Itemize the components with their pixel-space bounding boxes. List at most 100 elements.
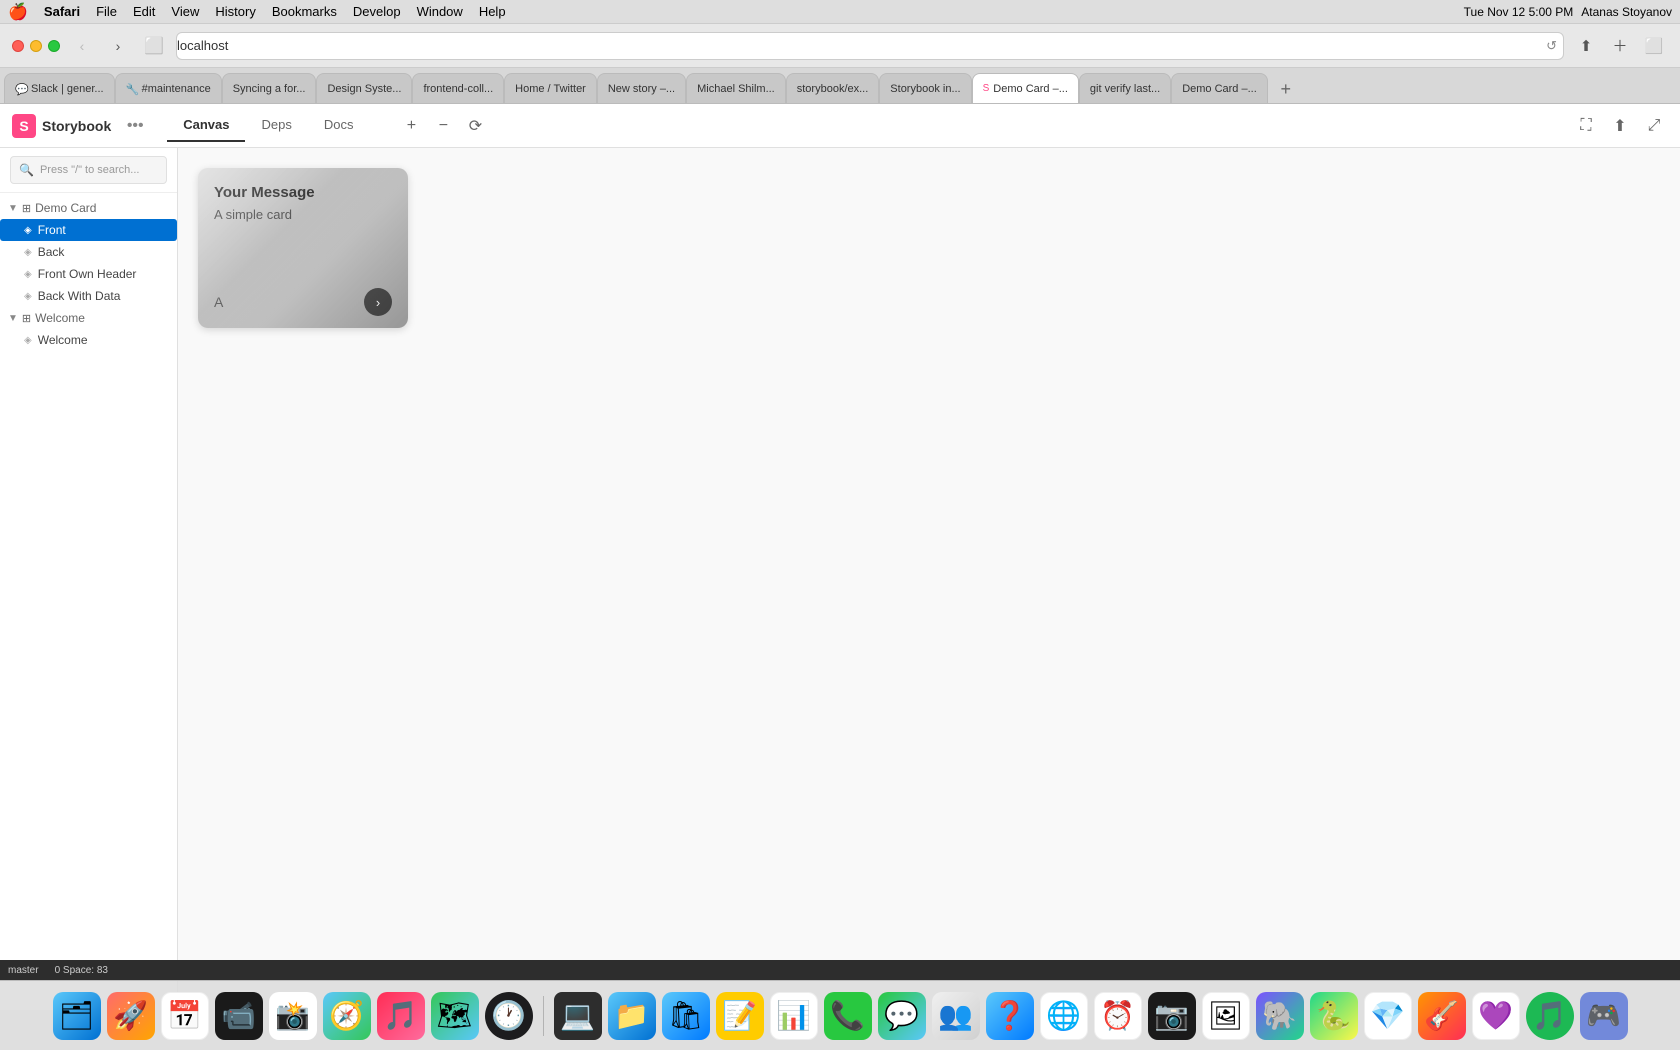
- tab-deps[interactable]: Deps: [245, 109, 307, 142]
- tab-docs[interactable]: Docs: [308, 109, 370, 142]
- browser-toolbar: ‹ › ⬜ localhost ↺ ⬆ ＋ ⬜: [0, 24, 1680, 68]
- menu-help[interactable]: Help: [479, 4, 506, 19]
- demo-card[interactable]: Your Message A simple card A ›: [198, 168, 408, 328]
- sidebar-toggle-button[interactable]: ⬜: [140, 32, 168, 60]
- menu-file[interactable]: File: [96, 4, 117, 19]
- dock-activity[interactable]: 📊: [770, 992, 818, 1040]
- tree-group-header-demo-card[interactable]: ▼ ⊞ Demo Card: [0, 197, 177, 219]
- tab-canvas[interactable]: Canvas: [167, 109, 245, 142]
- dock-launchpad[interactable]: 🚀: [107, 992, 155, 1040]
- dock-calendar[interactable]: 📅: [161, 992, 209, 1040]
- tab-git[interactable]: git verify last...: [1079, 73, 1171, 103]
- back-button[interactable]: ‹: [68, 32, 96, 60]
- open-new-tab-icon[interactable]: ⤢: [1640, 112, 1668, 140]
- tab-syncing[interactable]: Syncing a for...: [222, 73, 317, 103]
- app-name[interactable]: Safari: [44, 4, 80, 19]
- tab-frontend[interactable]: frontend-coll...: [412, 73, 504, 103]
- sidebar-item-back[interactable]: ◈ Back: [0, 241, 177, 263]
- maximize-button[interactable]: [48, 40, 60, 52]
- forward-button[interactable]: ›: [104, 32, 132, 60]
- tab-label-storybook-in: Storybook in...: [890, 83, 960, 95]
- storybook-menu-button[interactable]: •••: [123, 114, 147, 138]
- storybook-header: S Storybook ••• Canvas Deps Docs + − ⟳ ⛶…: [0, 104, 1680, 148]
- dock-itunes[interactable]: 🎵: [377, 992, 425, 1040]
- dock-photos[interactable]: 📸: [269, 992, 317, 1040]
- storybook-favicon: S: [983, 83, 990, 94]
- sidebar-item-welcome[interactable]: ◈ Welcome: [0, 329, 177, 351]
- group-icon-demo-card: ⊞: [22, 202, 31, 215]
- refresh-icon[interactable]: ↺: [1546, 38, 1563, 54]
- dock-camera[interactable]: 📷: [1148, 992, 1196, 1040]
- sidebar-item-front[interactable]: ◈ Front: [0, 219, 177, 241]
- dock-terminal[interactable]: 💻: [554, 992, 602, 1040]
- zoom-out-button[interactable]: −: [429, 112, 457, 140]
- dock-folder[interactable]: 📁: [608, 992, 656, 1040]
- tab-design[interactable]: Design Syste...: [316, 73, 412, 103]
- menubar-time: Tue Nov 12 5:00 PM: [1464, 5, 1574, 19]
- storybook-body: 🔍 Press "/" to search... ▼ ⊞ Demo Card ◈…: [0, 148, 1680, 1010]
- sidebar-item-label-back-with-data: Back With Data: [38, 289, 121, 303]
- tab-storybook-in[interactable]: Storybook in...: [879, 73, 971, 103]
- tree-group-header-welcome[interactable]: ▼ ⊞ Welcome: [0, 307, 177, 329]
- sidebar-show-button[interactable]: ⬜: [1640, 32, 1668, 60]
- zoom-reset-button[interactable]: ⟳: [461, 112, 489, 140]
- menu-window[interactable]: Window: [417, 4, 463, 19]
- dock-instruments[interactable]: 🎸: [1418, 992, 1466, 1040]
- dock-safari[interactable]: 🧭: [323, 992, 371, 1040]
- dock-facetime[interactable]: 📹: [215, 992, 263, 1040]
- dock: 🗂 🚀 📅 📹 📸 🧭 🎵 🗺 🕐 💻 📁 🛍 📝 📊 📞 💬 👥 ❓ 🌐 ⏰ …: [0, 980, 1680, 1050]
- dock-discord[interactable]: 🎮: [1580, 992, 1628, 1040]
- dock-spotify[interactable]: 🎵: [1526, 992, 1574, 1040]
- tab-storybook-ex[interactable]: storybook/ex...: [786, 73, 880, 103]
- tab-new-story[interactable]: New story –...: [597, 73, 686, 103]
- tab-michael[interactable]: Michael Shilm...: [686, 73, 786, 103]
- minimize-button[interactable]: [30, 40, 42, 52]
- dock-finder[interactable]: 🗂: [53, 992, 101, 1040]
- address-bar[interactable]: localhost ↺: [176, 32, 1564, 60]
- dock-reminders[interactable]: ⏰: [1094, 992, 1142, 1040]
- apple-menu[interactable]: 🍎: [8, 2, 28, 22]
- dock-pycharm[interactable]: 🐍: [1310, 992, 1358, 1040]
- tab-twitter[interactable]: Home / Twitter: [504, 73, 597, 103]
- dock-maps[interactable]: 🗺: [431, 992, 479, 1040]
- address-text: localhost: [177, 38, 228, 53]
- tab-demo-card-active[interactable]: S Demo Card –...: [972, 73, 1079, 103]
- dock-contacts[interactable]: 👥: [932, 992, 980, 1040]
- dock-notes[interactable]: 📝: [716, 992, 764, 1040]
- close-button[interactable]: [12, 40, 24, 52]
- dock-phone[interactable]: 📞: [824, 992, 872, 1040]
- dock-phpstorm[interactable]: 🐘: [1256, 992, 1304, 1040]
- share-story-icon[interactable]: ⬆: [1606, 112, 1634, 140]
- add-tab-button[interactable]: ＋: [1606, 32, 1634, 60]
- zoom-controls: + − ⟳: [397, 112, 489, 140]
- dock-appstore[interactable]: 🛍: [662, 992, 710, 1040]
- dock-messages[interactable]: 💬: [878, 992, 926, 1040]
- share-button[interactable]: ⬆: [1572, 32, 1600, 60]
- tab-maintenance[interactable]: 🔧 #maintenance: [115, 73, 222, 103]
- menu-bookmarks[interactable]: Bookmarks: [272, 4, 337, 19]
- sidebar-item-front-own-header[interactable]: ◈ Front Own Header: [0, 263, 177, 285]
- tab-slack[interactable]: 💬 Slack | gener...: [4, 73, 115, 103]
- card-arrow-button[interactable]: ›: [364, 288, 392, 316]
- menu-edit[interactable]: Edit: [133, 4, 155, 19]
- fullscreen-icon[interactable]: ⛶: [1572, 112, 1600, 140]
- dock-slack[interactable]: 💜: [1472, 992, 1520, 1040]
- group-label-demo-card: Demo Card: [35, 201, 96, 215]
- tab-label-demo-card-active: Demo Card –...: [993, 83, 1068, 95]
- dock-chrome[interactable]: 🌐: [1040, 992, 1088, 1040]
- dock-clock[interactable]: 🕐: [485, 992, 533, 1040]
- dock-separator: [543, 996, 544, 1036]
- menu-view[interactable]: View: [171, 4, 199, 19]
- dock-sketch[interactable]: 💎: [1364, 992, 1412, 1040]
- dock-preview[interactable]: 🖼: [1202, 992, 1250, 1040]
- zoom-in-button[interactable]: +: [397, 112, 425, 140]
- new-tab-button[interactable]: +: [1272, 75, 1300, 103]
- tab-demo-card-2[interactable]: Demo Card –...: [1171, 73, 1268, 103]
- menu-history[interactable]: History: [215, 4, 255, 19]
- search-input[interactable]: 🔍 Press "/" to search...: [10, 156, 167, 184]
- menu-develop[interactable]: Develop: [353, 4, 401, 19]
- group-label-welcome: Welcome: [35, 311, 85, 325]
- tab-label-twitter: Home / Twitter: [515, 83, 586, 95]
- sidebar-item-back-with-data[interactable]: ◈ Back With Data: [0, 285, 177, 307]
- dock-help[interactable]: ❓: [986, 992, 1034, 1040]
